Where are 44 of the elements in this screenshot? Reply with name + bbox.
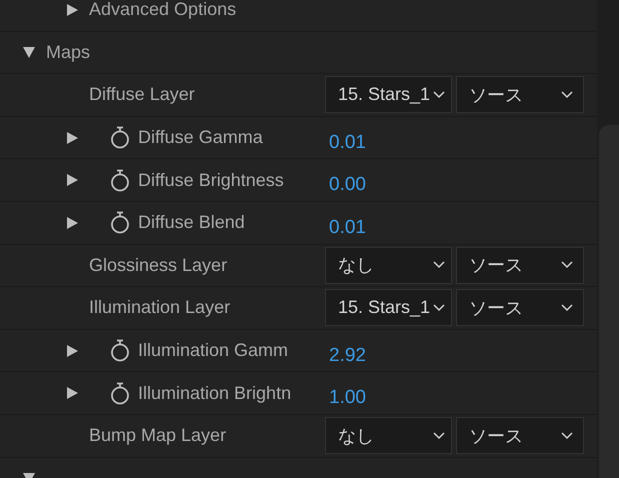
channel-dropdown[interactable]: ソース bbox=[456, 289, 584, 326]
chevron-down-icon bbox=[561, 90, 573, 99]
stopwatch-icon[interactable] bbox=[110, 339, 130, 362]
layer-dropdown[interactable]: なし bbox=[325, 246, 452, 284]
value-field[interactable]: 0.01 bbox=[329, 132, 366, 154]
expand-arrow-icon[interactable] bbox=[65, 344, 79, 358]
stopwatch-icon[interactable] bbox=[110, 382, 130, 405]
layer-dropdown[interactable]: なし bbox=[325, 417, 452, 454]
chevron-down-icon bbox=[561, 432, 573, 440]
expand-arrow-icon[interactable] bbox=[65, 386, 79, 400]
expand-arrow-icon[interactable] bbox=[65, 130, 79, 145]
expand-arrow-icon[interactable] bbox=[65, 2, 79, 17]
stopwatch-icon[interactable] bbox=[110, 211, 130, 234]
property-label: Diffuse Blend bbox=[138, 212, 245, 234]
channel-dropdown[interactable]: ソース bbox=[456, 76, 584, 114]
property-label: Illumination Layer bbox=[89, 297, 230, 318]
chevron-down-icon bbox=[561, 304, 573, 312]
channel-dropdown[interactable]: ソース bbox=[456, 246, 584, 284]
property-label: Diffuse Layer bbox=[89, 84, 195, 106]
layer-dropdown[interactable]: 15. Stars_1 bbox=[325, 289, 452, 326]
collapse-arrow-icon[interactable] bbox=[22, 45, 36, 60]
expand-arrow-icon[interactable] bbox=[65, 216, 79, 230]
stopwatch-icon[interactable] bbox=[110, 168, 130, 192]
value-field[interactable]: 2.92 bbox=[329, 344, 366, 367]
value-field[interactable]: 1.00 bbox=[329, 387, 366, 410]
value-field[interactable]: 0.00 bbox=[329, 174, 366, 196]
stopwatch-icon[interactable] bbox=[110, 126, 130, 150]
chevron-down-icon bbox=[433, 90, 445, 99]
property-label: Advanced Options bbox=[89, 0, 236, 20]
value-field[interactable]: 0.01 bbox=[329, 216, 366, 239]
property-label: Illumination Gamm bbox=[138, 340, 288, 362]
chevron-down-icon bbox=[433, 304, 445, 312]
layer-dropdown[interactable]: 15. Stars_1 bbox=[325, 76, 452, 114]
property-label: Maps bbox=[46, 42, 90, 63]
property-label: Diffuse Gamma bbox=[138, 127, 263, 148]
property-label: Illumination Brightn bbox=[138, 382, 292, 404]
chevron-down-icon bbox=[433, 432, 445, 440]
property-label: Bump Map Layer bbox=[89, 425, 226, 446]
chevron-down-icon bbox=[561, 261, 573, 270]
property-label: Diffuse Brightness bbox=[138, 170, 284, 191]
channel-dropdown[interactable]: ソース bbox=[456, 417, 584, 454]
property-label: Glossiness Layer bbox=[89, 254, 228, 276]
chevron-down-icon bbox=[433, 261, 445, 270]
expand-arrow-icon[interactable] bbox=[65, 173, 79, 188]
